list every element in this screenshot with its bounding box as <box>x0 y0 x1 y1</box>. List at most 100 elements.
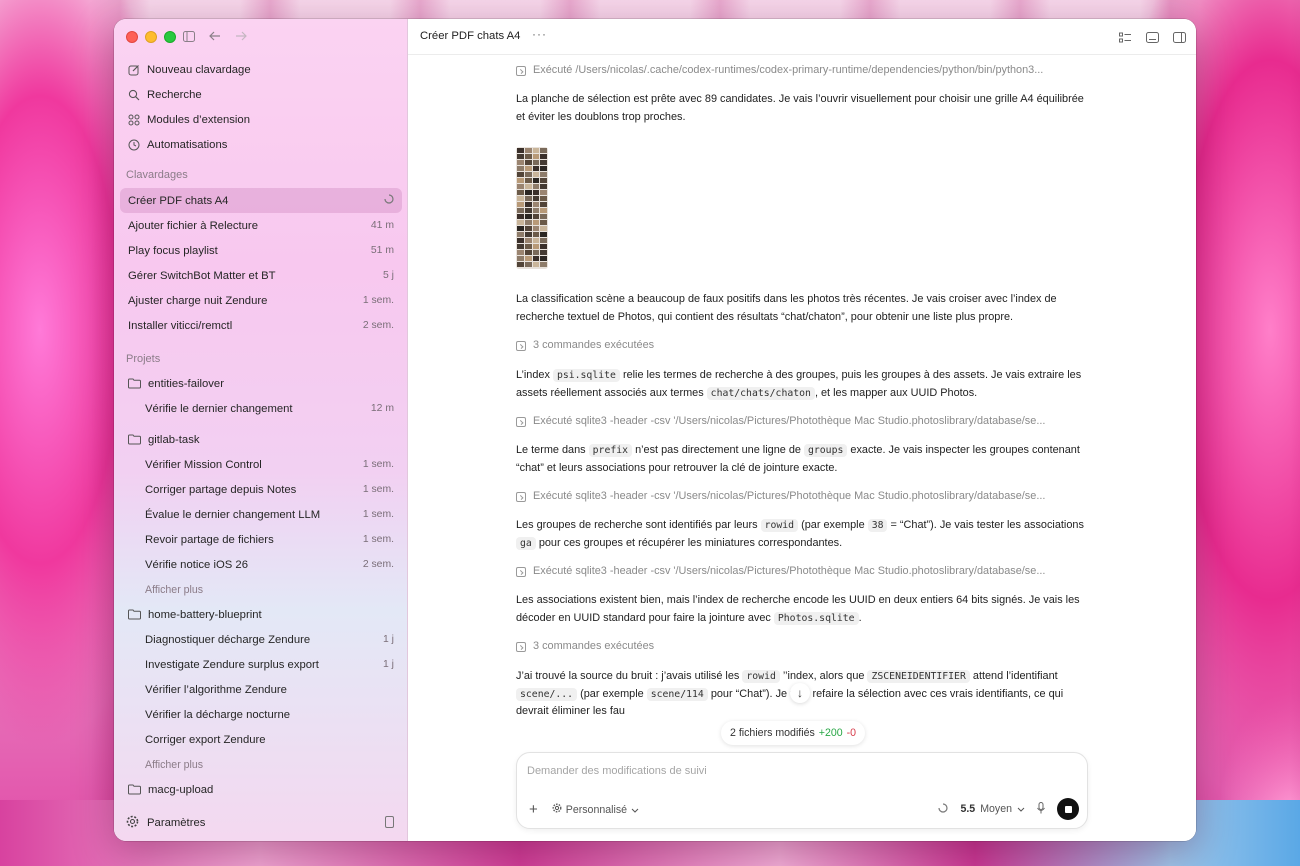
photo-contact-sheet-thumbnail[interactable] <box>516 147 548 269</box>
chat-title: Investigate Zendure surplus export <box>145 658 319 671</box>
zoom-window-button[interactable] <box>164 31 176 43</box>
window-controls <box>126 31 176 43</box>
conversation-pane: Créer PDF chats A4 ··· Exécuté /Users/ni… <box>408 19 1196 841</box>
plus-icon[interactable]: + <box>529 801 538 818</box>
nav-automations[interactable]: Automatisations <box>120 132 402 157</box>
terminal-panel-icon[interactable] <box>1146 30 1159 48</box>
side-panel-icon[interactable] <box>1173 30 1186 48</box>
photo-thumbnail-tile <box>532 148 540 153</box>
project-home-battery-blueprint[interactable]: home-battery-blueprint <box>120 602 402 627</box>
project-gitlab-task[interactable]: gitlab-task <box>120 427 402 452</box>
terminal-icon <box>516 66 526 76</box>
sidebar-nav: Nouveau clavardage Recherche Modules d’e… <box>120 57 402 157</box>
project-chat-item[interactable]: Vérifier Mission Control 1 sem. <box>120 452 402 477</box>
show-more-link[interactable]: Afficher plus <box>120 752 402 777</box>
checklist-icon[interactable] <box>1119 30 1132 48</box>
photo-thumbnail-tile <box>517 178 524 183</box>
project-chat-item[interactable]: Vérifie notice iOS 26 2 sem. <box>120 552 402 577</box>
project-chat-item[interactable]: Revoir partage de fichiers 1 sem. <box>120 527 402 552</box>
photo-thumbnail-tile <box>532 232 540 237</box>
nav-search[interactable]: Recherche <box>120 82 402 107</box>
chat-title: Ajouter fichier à Relecture <box>128 219 258 232</box>
photo-thumbnail-tile <box>540 220 547 225</box>
photo-thumbnail-tile <box>532 250 540 255</box>
photo-thumbnail-tile <box>524 148 532 153</box>
inline-code: ga <box>516 536 536 550</box>
photo-thumbnail-tile <box>517 208 524 213</box>
more-options-button[interactable]: ··· <box>532 27 547 41</box>
photo-thumbnail-tile <box>517 232 524 237</box>
photo-thumbnail-tile <box>540 214 547 219</box>
command-summary[interactable]: Exécuté sqlite3 -header -csv '/Users/nic… <box>516 489 1092 505</box>
inline-code: prefix <box>588 444 633 457</box>
chat-item[interactable]: Installer viticci/remctl 2 sem. <box>120 313 402 338</box>
project-macg-upload[interactable]: macg-upload <box>120 777 402 802</box>
project-chat-item[interactable]: Vérifie le dernier changement 12 m <box>120 396 402 421</box>
command-summary[interactable]: 3 commandes exécutées <box>516 338 1092 354</box>
sidebar: Nouveau clavardage Recherche Modules d’e… <box>114 19 408 841</box>
project-chat-item[interactable]: Évalue le dernier changement LLM 1 sem. <box>120 502 402 527</box>
project-chat-item[interactable]: Investigate Zendure surplus export 1 j <box>120 652 402 677</box>
photo-thumbnail-tile <box>532 166 540 171</box>
chat-item-active[interactable]: Créer PDF chats A4 <box>120 188 402 213</box>
photo-thumbnail-tile <box>532 154 540 159</box>
follow-up-input[interactable] <box>527 765 1067 777</box>
close-window-button[interactable] <box>126 31 138 43</box>
nav-extensions[interactable]: Modules d’extension <box>120 107 402 132</box>
photo-thumbnail-tile <box>517 160 524 165</box>
chat-title: Ajuster charge nuit Zendure <box>128 294 268 307</box>
model-selector[interactable]: 5.5 Moyen <box>960 803 1025 815</box>
project-chat-item[interactable]: Corriger export Zendure <box>120 727 402 752</box>
chat-title: Revoir partage de fichiers <box>145 533 274 546</box>
command-summary[interactable]: 3 commandes exécutées <box>516 639 1092 655</box>
nav-new-chat[interactable]: Nouveau clavardage <box>120 57 402 82</box>
forward-arrow-icon[interactable] <box>234 29 248 43</box>
command-text: Exécuté /Users/nicolas/.cache/codex-runt… <box>533 64 1044 77</box>
inline-code: scene/114 <box>646 687 708 701</box>
minimize-window-button[interactable] <box>145 31 157 43</box>
photo-thumbnail-tile <box>517 184 524 189</box>
chat-title: Vérifier Mission Control <box>145 458 262 471</box>
chat-item[interactable]: Ajouter fichier à Relecture 41 m <box>120 213 402 238</box>
chat-item[interactable]: Ajuster charge nuit Zendure 1 sem. <box>120 288 402 313</box>
photo-thumbnail-tile <box>540 250 547 255</box>
top-bar-icons <box>1119 30 1186 48</box>
clock-icon <box>128 139 140 151</box>
project-name: entities-failover <box>148 377 224 390</box>
stop-button[interactable] <box>1057 798 1079 820</box>
page-title: Créer PDF chats A4 <box>420 30 521 42</box>
photo-thumbnail-tile <box>540 202 547 207</box>
composer-left-controls: + Personnalisé <box>529 801 639 818</box>
project-chat-item[interactable]: Diagnostiquer décharge Zendure 1 j <box>120 627 402 652</box>
chat-item[interactable]: Play focus playlist 51 m <box>120 238 402 263</box>
back-arrow-icon[interactable] <box>208 29 222 43</box>
photo-thumbnail-tile <box>540 172 547 177</box>
sidebar-toggle-icon[interactable] <box>182 29 196 43</box>
chat-time: 12 m <box>370 403 394 414</box>
terminal-icon <box>516 567 526 577</box>
project-chat-item[interactable]: Vérifier l’algorithme Zendure <box>120 677 402 702</box>
chat-time: 1 j <box>383 634 394 645</box>
microphone-icon[interactable] <box>1037 801 1045 817</box>
inline-code: psi.sqlite <box>552 369 620 382</box>
phone-icon[interactable] <box>385 816 394 831</box>
project-chat-item[interactable]: Corriger partage depuis Notes 1 sem. <box>120 477 402 502</box>
photo-thumbnail-tile <box>540 244 547 249</box>
project-chat-item[interactable]: Vérifier la décharge nocturne <box>120 702 402 727</box>
lines-added: +200 <box>818 727 843 739</box>
command-text: 3 commandes exécutées <box>533 339 655 352</box>
command-summary[interactable]: Exécuté /Users/nicolas/.cache/codex-runt… <box>516 63 1092 79</box>
project-entities-failover[interactable]: entities-failover <box>120 371 402 396</box>
scroll-to-bottom-button[interactable]: ↓ <box>790 683 810 703</box>
command-summary[interactable]: Exécuté sqlite3 -header -csv '/Users/nic… <box>516 414 1092 430</box>
mode-selector[interactable]: Personnalisé <box>552 803 639 816</box>
photo-thumbnail-tile <box>532 214 540 219</box>
modified-files-badge[interactable]: 2 fichiers modifiés +200 -0 <box>721 721 866 745</box>
photo-thumbnail-tile <box>524 190 532 195</box>
photo-thumbnail-tile <box>517 226 524 231</box>
show-more-link[interactable]: Afficher plus <box>120 577 402 602</box>
effort-level: Moyen <box>980 803 1012 815</box>
settings-button[interactable]: Paramètres <box>126 815 205 831</box>
command-summary[interactable]: Exécuté sqlite3 -header -csv '/Users/nic… <box>516 564 1092 580</box>
chat-item[interactable]: Gérer SwitchBot Matter et BT 5 j <box>120 263 402 288</box>
